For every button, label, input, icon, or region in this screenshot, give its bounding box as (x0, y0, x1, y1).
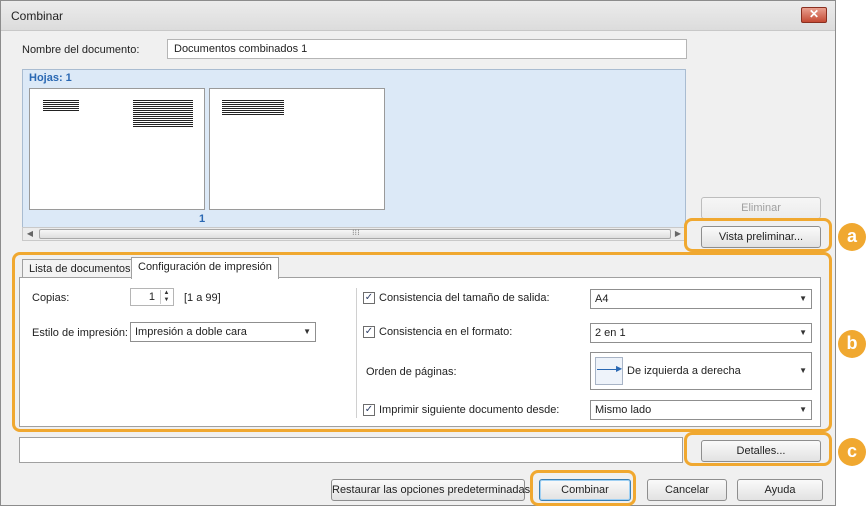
delete-button[interactable]: Eliminar (701, 197, 821, 219)
print-settings-panel: Copias: 1 ▲ ▼ [1 a 99] Estilo de impresió… (19, 277, 821, 427)
close-button[interactable]: ✕ (801, 7, 827, 23)
next-document-checkbox[interactable]: ✓ (363, 404, 375, 416)
marker-a: a (838, 223, 866, 251)
size-consistency-label: Consistencia del tamaño de salida: (379, 292, 550, 304)
tab-document-list[interactable]: Lista de documentos (22, 259, 138, 279)
column-divider (356, 288, 357, 418)
scrollbar-thumb[interactable]: ⁝⁝⁝ (39, 228, 671, 239)
size-consistency-value: A4 (595, 293, 609, 305)
details-area (19, 437, 683, 463)
sheets-count-label: Hojas: 1 (29, 72, 72, 84)
document-name-label: Nombre del documento: (22, 44, 140, 56)
next-document-select[interactable]: Mismo lado ▼ (590, 400, 812, 420)
document-name-input[interactable]: Documentos combinados 1 (167, 39, 687, 59)
size-consistency-checkbox[interactable]: ✓ (363, 292, 375, 304)
copies-spinner[interactable]: 1 ▲ ▼ (130, 288, 174, 306)
chevron-down-icon: ▼ (799, 328, 807, 337)
window-title: Combinar (11, 9, 64, 23)
copies-range-label: [1 a 99] (184, 292, 221, 304)
cancel-button[interactable]: Cancelar (647, 479, 727, 501)
combine-dialog: Combinar ✕ Nombre del documento: Documen… (0, 0, 836, 506)
page-order-label: Orden de páginas: (366, 366, 457, 378)
marker-c: c (838, 438, 866, 466)
print-style-select[interactable]: Impresión a doble cara ▼ (130, 322, 316, 342)
left-to-right-icon: ▶ (595, 357, 623, 385)
page-content-thumbnail (222, 100, 284, 116)
preview-page-left[interactable] (29, 88, 205, 210)
preview-button[interactable]: Vista preliminar... (701, 226, 821, 248)
next-document-label: Imprimir siguiente documento desde: (379, 404, 560, 416)
restore-defaults-button[interactable]: Restaurar las opciones predeterminadas (331, 479, 530, 501)
page-content-thumbnail (133, 100, 193, 128)
copies-value: 1 (148, 291, 155, 303)
copies-label: Copias: (32, 292, 70, 304)
marker-b: b (838, 330, 866, 358)
chevron-down-icon: ▼ (799, 366, 807, 375)
close-icon: ✕ (808, 7, 820, 21)
title-bar: Combinar ✕ (1, 1, 835, 31)
scroll-right-icon[interactable]: ▶ (671, 228, 685, 240)
preview-page-right[interactable] (209, 88, 385, 210)
print-style-label: Estilo de impresión: (32, 327, 128, 339)
spinner-arrows-icon[interactable]: ▲ ▼ (160, 290, 172, 304)
tab-print-settings[interactable]: Configuración de impresión (131, 257, 279, 279)
format-consistency-value: 2 en 1 (595, 327, 626, 339)
preview-scrollbar[interactable]: ◀ ⁝⁝⁝ ▶ (22, 227, 686, 241)
details-button[interactable]: Detalles... (701, 440, 821, 462)
format-consistency-checkbox[interactable]: ✓ (363, 326, 375, 338)
combine-button[interactable]: Combinar (539, 479, 631, 501)
page-content-thumbnail (43, 100, 79, 112)
page-order-value: De izquierda a derecha (627, 365, 741, 377)
format-consistency-label: Consistencia en el formato: (379, 326, 513, 338)
print-style-value: Impresión a doble cara (135, 326, 247, 338)
chevron-down-icon: ▼ (799, 294, 807, 303)
help-button[interactable]: Ayuda (737, 479, 823, 501)
page-order-select[interactable]: ▶ De izquierda a derecha ▼ (590, 352, 812, 390)
format-consistency-select[interactable]: 2 en 1 ▼ (590, 323, 812, 343)
scroll-left-icon[interactable]: ◀ (23, 228, 37, 240)
chevron-down-icon: ▼ (799, 405, 807, 414)
sheets-preview: Hojas: 1 1 (22, 69, 686, 241)
sheet-number: 1 (199, 213, 206, 225)
chevron-down-icon: ▼ (303, 327, 311, 336)
next-document-value: Mismo lado (595, 404, 652, 416)
grip-icon: ⁝⁝⁝ (352, 228, 360, 237)
size-consistency-select[interactable]: A4 ▼ (590, 289, 812, 309)
